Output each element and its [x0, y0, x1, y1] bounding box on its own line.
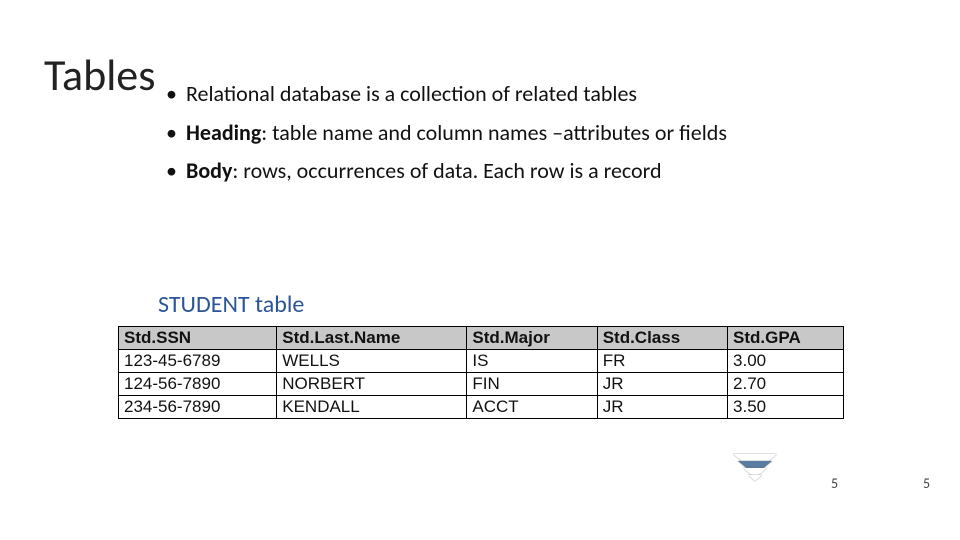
page-number: 5	[831, 475, 838, 492]
table-row: 123-45-6789 WELLS IS FR 3.00	[119, 350, 844, 373]
table-cell: IS	[467, 350, 597, 373]
table-cell: NORBERT	[277, 373, 467, 396]
table-cell: 123-45-6789	[119, 350, 277, 373]
table-header-cell: Std.Class	[597, 327, 727, 350]
table-row: 124-56-7890 NORBERT FIN JR 2.70	[119, 373, 844, 396]
table-cell: FIN	[467, 373, 597, 396]
bullet-list: Relational database is a collection of r…	[164, 80, 804, 196]
table-cell: KENDALL	[277, 396, 467, 419]
bullet-term: Body	[186, 157, 232, 184]
table-row: 234-56-7890 KENDALL ACCT JR 3.50	[119, 396, 844, 419]
table-header-cell: Std.Major	[467, 327, 597, 350]
table-cell: FR	[597, 350, 727, 373]
inverted-triangle-icon	[733, 454, 777, 490]
page-title: Tables	[44, 48, 155, 102]
table-header-cell: Std.GPA	[728, 327, 844, 350]
table-cell: JR	[597, 373, 727, 396]
table-header-row: Std.SSN Std.Last.Name Std.Major Std.Clas…	[119, 327, 844, 350]
table-cell: 3.00	[728, 350, 844, 373]
table-cell: WELLS	[277, 350, 467, 373]
page-number: 5	[923, 475, 930, 492]
table-cell: 3.50	[728, 396, 844, 419]
bullet-term: Heading	[186, 119, 261, 146]
table-header-cell: Std.Last.Name	[277, 327, 467, 350]
bullet-item-3: Body: rows, occurrences of data. Each ro…	[164, 157, 804, 186]
bullet-item-2: Heading: table name and column names –at…	[164, 119, 804, 148]
table-cell: 2.70	[728, 373, 844, 396]
bullet-item-1: Relational database is a collection of r…	[164, 80, 804, 109]
table-cell: 234-56-7890	[119, 396, 277, 419]
table-header-cell: Std.SSN	[119, 327, 277, 350]
student-table: Std.SSN Std.Last.Name Std.Major Std.Clas…	[118, 326, 844, 419]
table-cell: 124-56-7890	[119, 373, 277, 396]
bullet-rest: : rows, occurrences of data. Each row is…	[232, 157, 661, 184]
slide: Tables Relational database is a collecti…	[0, 0, 960, 540]
bullet-text: Relational database is a collection of r…	[186, 80, 637, 107]
student-table-wrap: Std.SSN Std.Last.Name Std.Major Std.Clas…	[118, 326, 844, 419]
table-caption: STUDENT table	[158, 290, 304, 319]
bullet-rest: : table name and column names –attribute…	[261, 119, 727, 146]
table-cell: ACCT	[467, 396, 597, 419]
table-cell: JR	[597, 396, 727, 419]
